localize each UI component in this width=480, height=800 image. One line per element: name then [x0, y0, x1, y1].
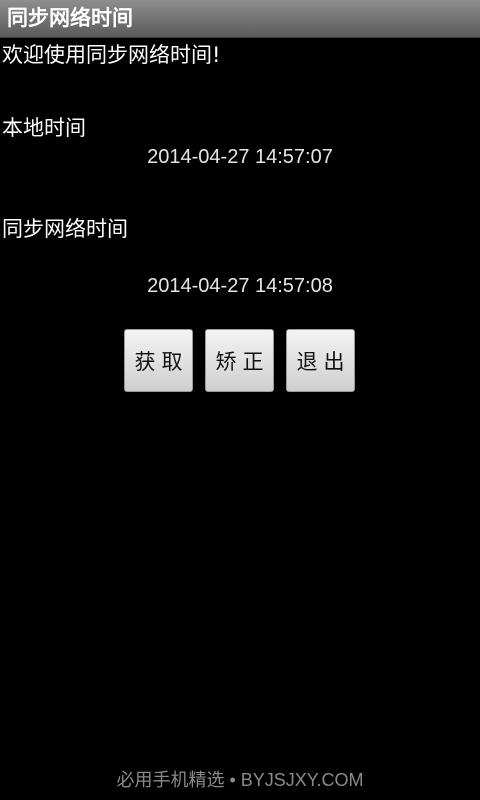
- local-time-label: 本地时间: [2, 116, 86, 140]
- watermark: 必用手机精选 • BYJSJXY.COM: [116, 770, 364, 790]
- title-bar: 同步网络时间: [0, 0, 480, 38]
- local-time-value: 2014-04-27 14:57:07: [147, 146, 333, 168]
- fetch-button[interactable]: 获取: [124, 329, 193, 392]
- welcome-text: 欢迎使用同步网络时间!: [2, 43, 221, 67]
- app-title: 同步网络时间: [7, 6, 133, 30]
- network-time-value: 2014-04-27 14:57:08: [147, 275, 333, 297]
- correct-button[interactable]: 矫正: [205, 329, 274, 392]
- exit-button[interactable]: 退出: [286, 329, 355, 392]
- button-row: 获取 矫正 退出: [124, 329, 355, 392]
- network-time-label: 同步网络时间: [2, 217, 128, 241]
